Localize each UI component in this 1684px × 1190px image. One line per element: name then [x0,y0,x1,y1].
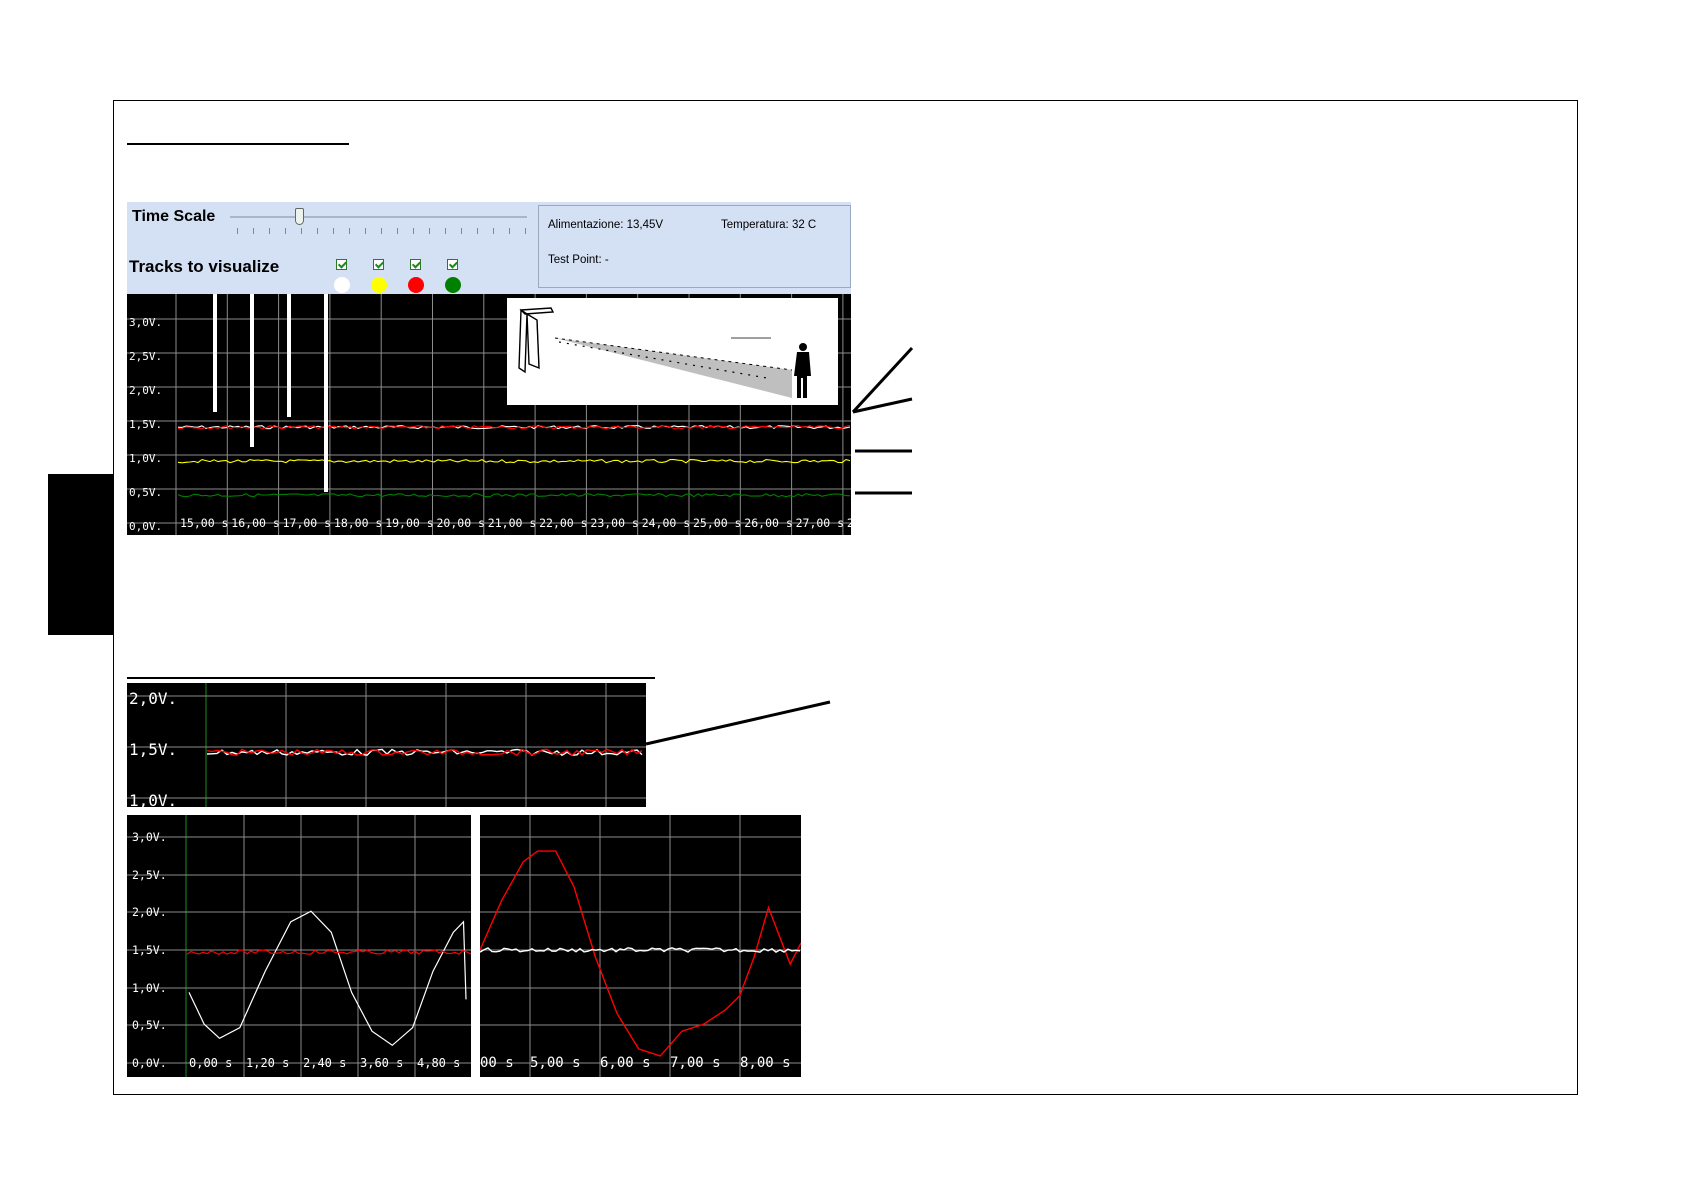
x-tick-label: 21,00 s [488,516,536,530]
temperature: Temperatura: 32 C [721,219,817,231]
y-tick-label: 3,0V. [132,830,167,844]
x-tick-label: 5,00 s [530,1055,581,1071]
x-tick-label: 25,00 s [693,516,741,530]
x-tick-label: 27,00 s [796,516,844,530]
y-tick-label: 1,0V. [132,981,167,995]
x-tick-label: 17,00 s [283,516,331,530]
supply-voltage: Alimentazione: 13,45V [548,219,664,231]
x-tick-label: 16,00 s [231,516,279,530]
time-scale-label: Time Scale [132,208,216,225]
chart-background [127,815,471,1077]
track-2-checkbox[interactable] [373,259,384,270]
x-tick-label: 8,00 s [740,1055,791,1071]
time-scale-slider[interactable] [230,216,527,218]
y-tick-label: 1,5V. [129,740,177,759]
sensor-detection-illustration [507,298,838,405]
x-tick-label: 26,00 s [744,516,792,530]
y-tick-label: 2,5V. [132,868,167,882]
x-tick-label: 20,00 s [437,516,485,530]
status-box: Alimentazione: 13,45V Temperatura: 32 C … [538,205,851,288]
x-tick-label: 22,00 s [539,516,587,530]
chart-background [480,815,801,1077]
y-tick-label: 0,5V. [129,486,162,499]
x-tick-label: 2,40 s [303,1056,346,1070]
track-3-color-dot [408,277,424,293]
test-point: Test Point: - [548,254,609,266]
y-tick-label: 2,0V. [129,689,177,708]
waveform-chart-left: 3,0V. 2,5V. 2,0V. 1,5V. 1,0V. 0,5V. 0,0V. 0,00 … [127,815,471,1077]
x-tick-label: 7,00 s [670,1055,721,1071]
x-tick-label: 0,00 s [189,1056,232,1070]
x-tick-label: 15,00 s [180,516,228,530]
section-rule-top [127,143,349,145]
track-3-checkbox[interactable] [410,259,421,270]
y-tick-label: 3,0V. [129,316,162,329]
section-rule-bottom [127,677,655,679]
track-1-checkbox[interactable] [336,259,347,270]
side-tab-marker [48,474,113,635]
y-tick-label: 0,0V. [129,520,162,533]
x-tick-label: 1,20 s [246,1056,289,1070]
x-tick-label: 23,00 s [590,516,638,530]
track-4-checkbox[interactable] [447,259,458,270]
x-tick-label: 19,00 s [385,516,433,530]
y-tick-label: 0,0V. [132,1056,167,1070]
x-tick-label: 18,00 s [334,516,382,530]
zoom-voltage-chart: 2,0V. 1,5V. 1,0V. [127,683,646,807]
time-scale-slider-ticks [237,228,537,234]
y-tick-label: 1,0V. [129,452,162,465]
track-4-color-dot [445,277,461,293]
x-tick-label: 00 s [480,1055,514,1071]
tracks-label: Tracks to visualize [129,257,280,276]
chart-background [127,683,646,807]
control-panel: Time Scale Tracks to visualize Alimentaz… [127,202,851,294]
x-tick-label: 3,60 s [360,1056,403,1070]
x-tick-label: 24,00 s [642,516,690,530]
waveform-chart-right: 00 s 5,00 s 6,00 s 7,00 s 8,00 s [480,815,801,1077]
y-tick-label: 1,0V. [129,791,177,807]
y-tick-label: 2,0V. [129,384,162,397]
track-1-color-dot [334,277,350,293]
x-tick-label: 6,00 s [600,1055,651,1071]
x-tick-label: 2 [847,516,851,530]
y-tick-label: 0,5V. [132,1018,167,1032]
track-2-color-dot [371,277,387,293]
y-tick-label: 1,5V. [129,418,162,431]
x-tick-label: 4,80 s [417,1056,460,1070]
y-tick-label: 2,0V. [132,905,167,919]
time-scale-slider-thumb[interactable] [295,208,304,225]
y-tick-label: 2,5V. [129,350,162,363]
y-tick-label: 1,5V. [132,943,167,957]
